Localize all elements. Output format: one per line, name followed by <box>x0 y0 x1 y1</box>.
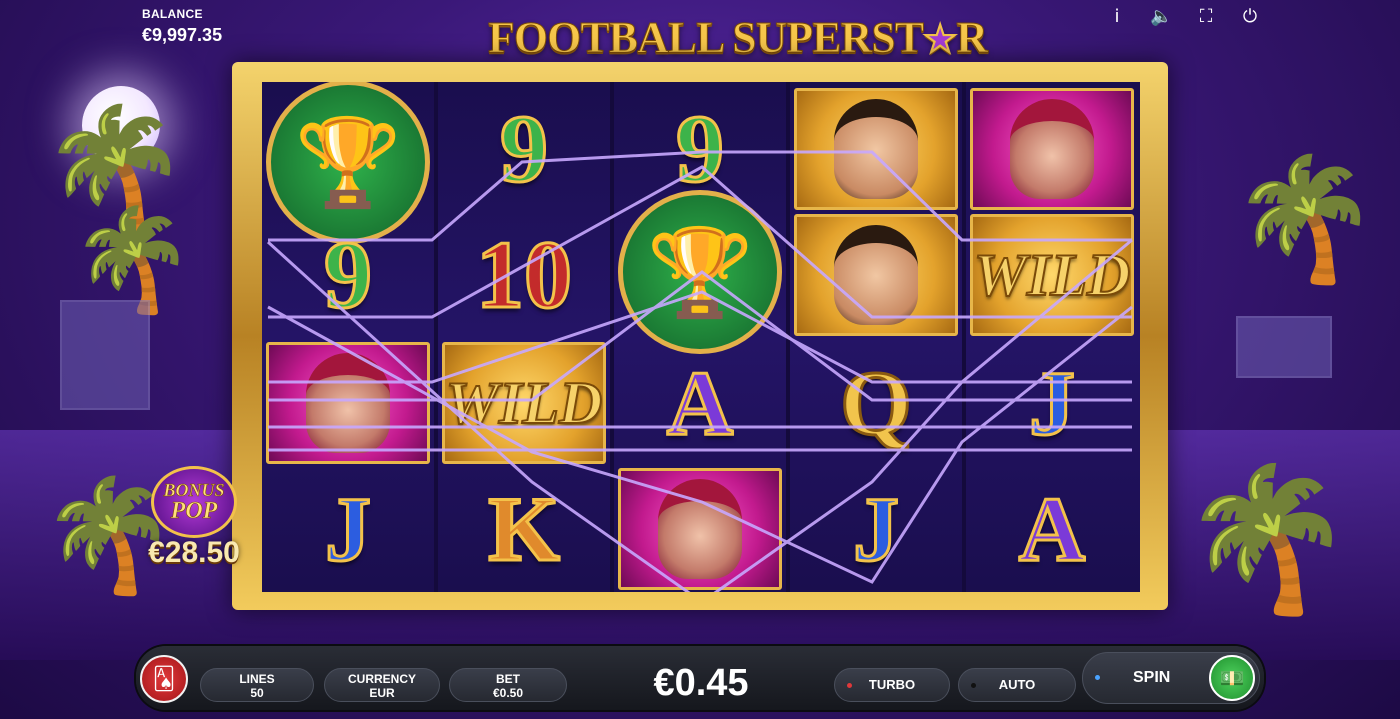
bet-selector[interactable]: BET €0.50 <box>449 668 567 702</box>
star-icon: ★ <box>923 19 958 62</box>
spin-button[interactable]: SPIN 💵 <box>1082 652 1260 704</box>
palm-tree-icon: 🌴 <box>1180 458 1355 621</box>
bonus-pop-jackpot: BONUS POP €28.50 <box>132 466 256 570</box>
paytable-cards-icon[interactable]: 🂡 <box>140 655 188 703</box>
fullscreen-icon[interactable]: ⛶ <box>1195 6 1217 28</box>
turbo-indicator-dot <box>847 683 852 688</box>
power-icon[interactable]: ⏻ <box>1239 6 1261 28</box>
turbo-toggle[interactable]: TURBO <box>834 668 950 702</box>
house-decoration <box>60 300 150 410</box>
bonus-pop-amount: €28.50 <box>148 536 240 569</box>
spin-indicator-dot <box>1095 675 1100 680</box>
auto-indicator-dot <box>971 683 976 688</box>
bonus-pop-badge: BONUS POP <box>151 466 237 538</box>
house-decoration <box>1236 316 1332 378</box>
balance-label: BALANCE <box>142 7 203 21</box>
win-lines-overlay <box>266 150 1133 592</box>
win-amount: €0.45 <box>653 662 749 704</box>
info-icon[interactable]: i <box>1106 6 1128 28</box>
balance-display: BALANCE €9,997.35 <box>142 7 222 46</box>
sound-icon[interactable]: 🔈 <box>1150 6 1172 28</box>
palm-tree-icon: 🌴 <box>70 201 195 318</box>
palm-tree-icon: 🌴 <box>1230 150 1380 289</box>
control-bar: 🂡 LINES 50 CURRENCY EUR BET €0.50 €0.45 … <box>136 646 1264 710</box>
reel-area: 🏆 9 J 9 10 WILD K 9 🏆 A Q J WILD J A <box>262 82 1140 592</box>
lines-selector[interactable]: LINES 50 <box>200 668 314 702</box>
cash-spin-icon[interactable]: 💵 <box>1209 655 1255 701</box>
auto-toggle[interactable]: AUTO <box>958 668 1076 702</box>
reel-frame: 🏆 9 J 9 10 WILD K 9 🏆 A Q J WILD J A <box>232 62 1168 610</box>
currency-selector[interactable]: CURRENCY EUR <box>324 668 440 702</box>
game-title-logo: FOOTBALL SUPERST★R <box>487 13 988 63</box>
balance-value: €9,997.35 <box>142 25 223 45</box>
